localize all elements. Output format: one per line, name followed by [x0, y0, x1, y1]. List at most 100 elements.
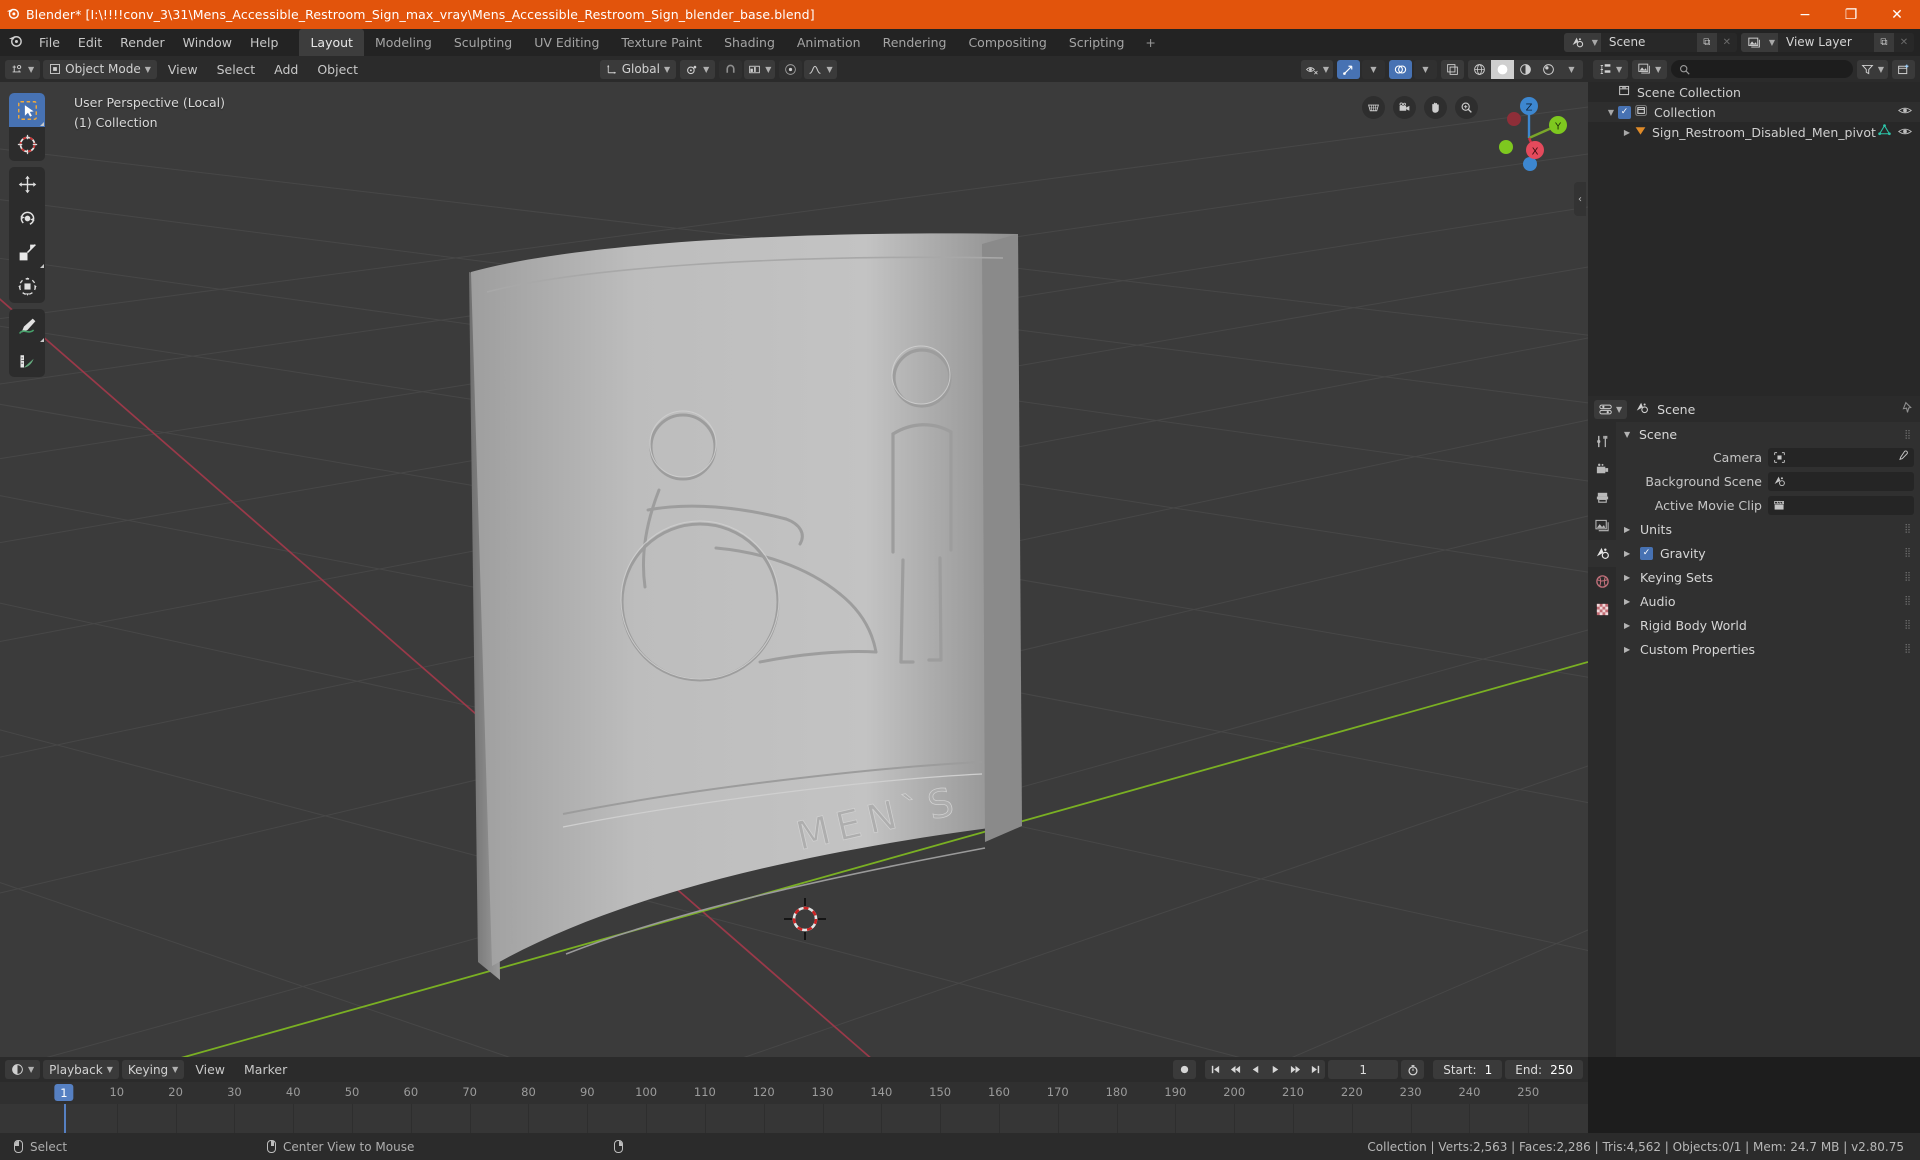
timeline-ruler[interactable]: 10 20 30 40 50 60 70 80 90 100 110 120 130 140 150 160 1… — [0, 1082, 1588, 1104]
next-keyframe-button[interactable] — [1285, 1060, 1305, 1079]
timeline-menu-keying[interactable]: Keying ▼ — [121, 1060, 185, 1079]
panel-expand-triangle-icon[interactable]: ▶ — [1624, 525, 1633, 534]
navigation-gizmo[interactable]: Z Y X — [1486, 92, 1572, 178]
properties-tab-view-layer[interactable] — [1588, 512, 1616, 539]
proportional-edit-icon[interactable] — [779, 59, 803, 79]
units-panel-header[interactable]: ▶ Units ⣿ — [1616, 517, 1920, 541]
audio-panel-header[interactable]: ▶ Audio ⣿ — [1616, 589, 1920, 613]
outliner-row-scene-collection[interactable]: Scene Collection — [1588, 82, 1920, 102]
timeline-menu-marker[interactable]: Marker — [236, 1060, 295, 1079]
3d-viewport[interactable]: MEN`S User Perspective (Local) (1) Colle… — [0, 82, 1588, 1057]
play-button[interactable] — [1265, 1060, 1285, 1079]
rotate-tool[interactable] — [9, 201, 45, 235]
timeline-menu-view[interactable]: View — [187, 1060, 233, 1079]
timeline-playhead-frame-badge[interactable]: 1 — [54, 1084, 74, 1101]
viewport-menu-add[interactable]: Add — [266, 60, 306, 79]
new-collection-button[interactable] — [1892, 59, 1915, 79]
unlink-scene-button[interactable]: ✕ — [1716, 33, 1737, 52]
gravity-panel-header[interactable]: ▶ ✓ Gravity ⣿ — [1616, 541, 1920, 565]
camera-field[interactable] — [1768, 447, 1914, 467]
workspace-tab-uv-editing[interactable]: UV Editing — [523, 29, 610, 56]
add-workspace-button[interactable]: + — [1135, 29, 1165, 56]
panel-collapse-triangle-icon[interactable]: ▼ — [1624, 430, 1633, 439]
magnet-icon[interactable] — [719, 59, 743, 79]
blender-menu-icon[interactable] — [0, 33, 30, 52]
workspace-tab-modeling[interactable]: Modeling — [364, 29, 443, 56]
gizmo-toggle-button[interactable] — [1337, 59, 1360, 79]
auto-keying-button[interactable] — [1173, 1060, 1197, 1079]
overlays-toggle-button[interactable] — [1389, 59, 1412, 79]
panel-expand-triangle-icon[interactable]: ▶ — [1624, 597, 1633, 606]
menu-window[interactable]: Window — [174, 29, 241, 56]
properties-tab-world[interactable] — [1588, 568, 1616, 595]
timeline-channel-area[interactable] — [0, 1104, 1588, 1133]
proportional-falloff-selector[interactable]: ▼ — [804, 59, 837, 79]
collection-checkbox[interactable]: ✓ — [1618, 105, 1631, 119]
keying-sets-panel-header[interactable]: ▶ Keying Sets ⣿ — [1616, 565, 1920, 589]
camera-eyedropper-icon[interactable] — [1897, 450, 1909, 465]
custom-properties-panel-header[interactable]: ▶ Custom Properties ⣿ — [1616, 637, 1920, 661]
visibility-selector[interactable]: ▼ — [1300, 59, 1333, 79]
use-preview-range-button[interactable] — [1401, 1060, 1425, 1079]
camera-view-icon[interactable] — [1393, 96, 1416, 119]
shading-material-button[interactable] — [1514, 60, 1537, 79]
new-scene-button[interactable]: ⧉ — [1696, 33, 1717, 52]
measure-tool[interactable] — [9, 343, 45, 377]
menu-render[interactable]: Render — [111, 29, 174, 56]
workspace-tab-sculpting[interactable]: Sculpting — [443, 29, 523, 56]
shading-options-button[interactable]: ▼ — [1560, 60, 1583, 79]
play-reverse-button[interactable] — [1245, 1060, 1265, 1079]
panel-expand-triangle-icon[interactable]: ▶ — [1624, 621, 1633, 630]
rigid-body-world-panel-header[interactable]: ▶ Rigid Body World ⣿ — [1616, 613, 1920, 637]
collection-visibility-eye-icon[interactable] — [1897, 105, 1913, 119]
move-tool[interactable] — [9, 167, 45, 201]
view-layer-selector[interactable]: ▼ View Layer ⧉ ✕ — [1740, 33, 1914, 52]
panel-expand-triangle-icon[interactable]: ▶ — [1624, 573, 1633, 582]
menu-file[interactable]: File — [30, 29, 69, 56]
prev-keyframe-button[interactable] — [1225, 1060, 1245, 1079]
overlay-options-button[interactable]: ▼ — [1414, 59, 1437, 79]
transform-tool[interactable] — [9, 269, 45, 303]
object-mode-selector[interactable]: Object Mode ▼ — [43, 59, 157, 79]
workspace-tab-layout[interactable]: Layout — [299, 29, 364, 56]
properties-tab-output[interactable] — [1588, 484, 1616, 511]
workspace-tab-texture-paint[interactable]: Texture Paint — [610, 29, 713, 56]
scale-tool[interactable] — [9, 235, 45, 269]
outliner-search-input[interactable] — [1671, 60, 1853, 78]
workspace-tab-shading[interactable]: Shading — [713, 29, 786, 56]
scene-panel-header[interactable]: ▼ Scene ⣿ — [1616, 424, 1920, 445]
remove-view-layer-button[interactable]: ✕ — [1894, 33, 1914, 52]
timeline-editor-type-button[interactable]: ▼ — [5, 1060, 41, 1079]
viewport-menu-select[interactable]: Select — [209, 60, 264, 79]
view-layer-name-field[interactable]: View Layer — [1778, 33, 1874, 52]
outliner-editor-type-button[interactable]: ▼ — [1593, 59, 1629, 79]
menu-help[interactable]: Help — [241, 29, 288, 56]
menu-edit[interactable]: Edit — [69, 29, 111, 56]
properties-tab-render[interactable] — [1588, 456, 1616, 483]
disclosure-triangle-icon[interactable]: ▶ — [1620, 128, 1634, 137]
mesh-data-icon[interactable] — [1878, 124, 1891, 140]
hand-pan-icon[interactable] — [1424, 96, 1447, 119]
frame-end-field[interactable]: End: 250 — [1505, 1060, 1583, 1079]
timeline-menu-playback[interactable]: Playback ▼ — [43, 1060, 119, 1079]
frame-start-field[interactable]: Start: 1 — [1433, 1060, 1503, 1079]
transform-orientation-selector[interactable]: Global ▼ — [599, 59, 677, 79]
active-movie-clip-field[interactable] — [1768, 495, 1914, 515]
object-visibility-eye-icon[interactable] — [1897, 125, 1913, 140]
scene-selector[interactable]: ▼ Scene ⧉ ✕ — [1563, 33, 1737, 52]
timeline-playhead[interactable] — [63, 1104, 66, 1133]
close-button[interactable]: ✕ — [1874, 0, 1920, 29]
zoom-icon[interactable] — [1455, 96, 1478, 119]
panel-expand-triangle-icon[interactable]: ▶ — [1624, 645, 1633, 654]
viewport-menu-object[interactable]: Object — [309, 60, 366, 79]
shading-mode-group[interactable]: ▼ — [1468, 59, 1583, 79]
scene-name-field[interactable]: Scene — [1600, 33, 1697, 52]
pin-icon[interactable] — [1901, 401, 1914, 417]
maximize-button[interactable]: ❐ — [1828, 0, 1874, 29]
shading-solid-button[interactable] — [1491, 59, 1514, 79]
properties-editor-type-button[interactable]: ▼ — [1594, 399, 1628, 419]
minimize-button[interactable]: − — [1782, 0, 1828, 29]
outliner-row-object[interactable]: ▶ Sign_Restroom_Disabled_Men_pivot — [1588, 122, 1920, 142]
workspace-tab-animation[interactable]: Animation — [786, 29, 872, 56]
jump-to-start-button[interactable] — [1205, 1060, 1225, 1079]
